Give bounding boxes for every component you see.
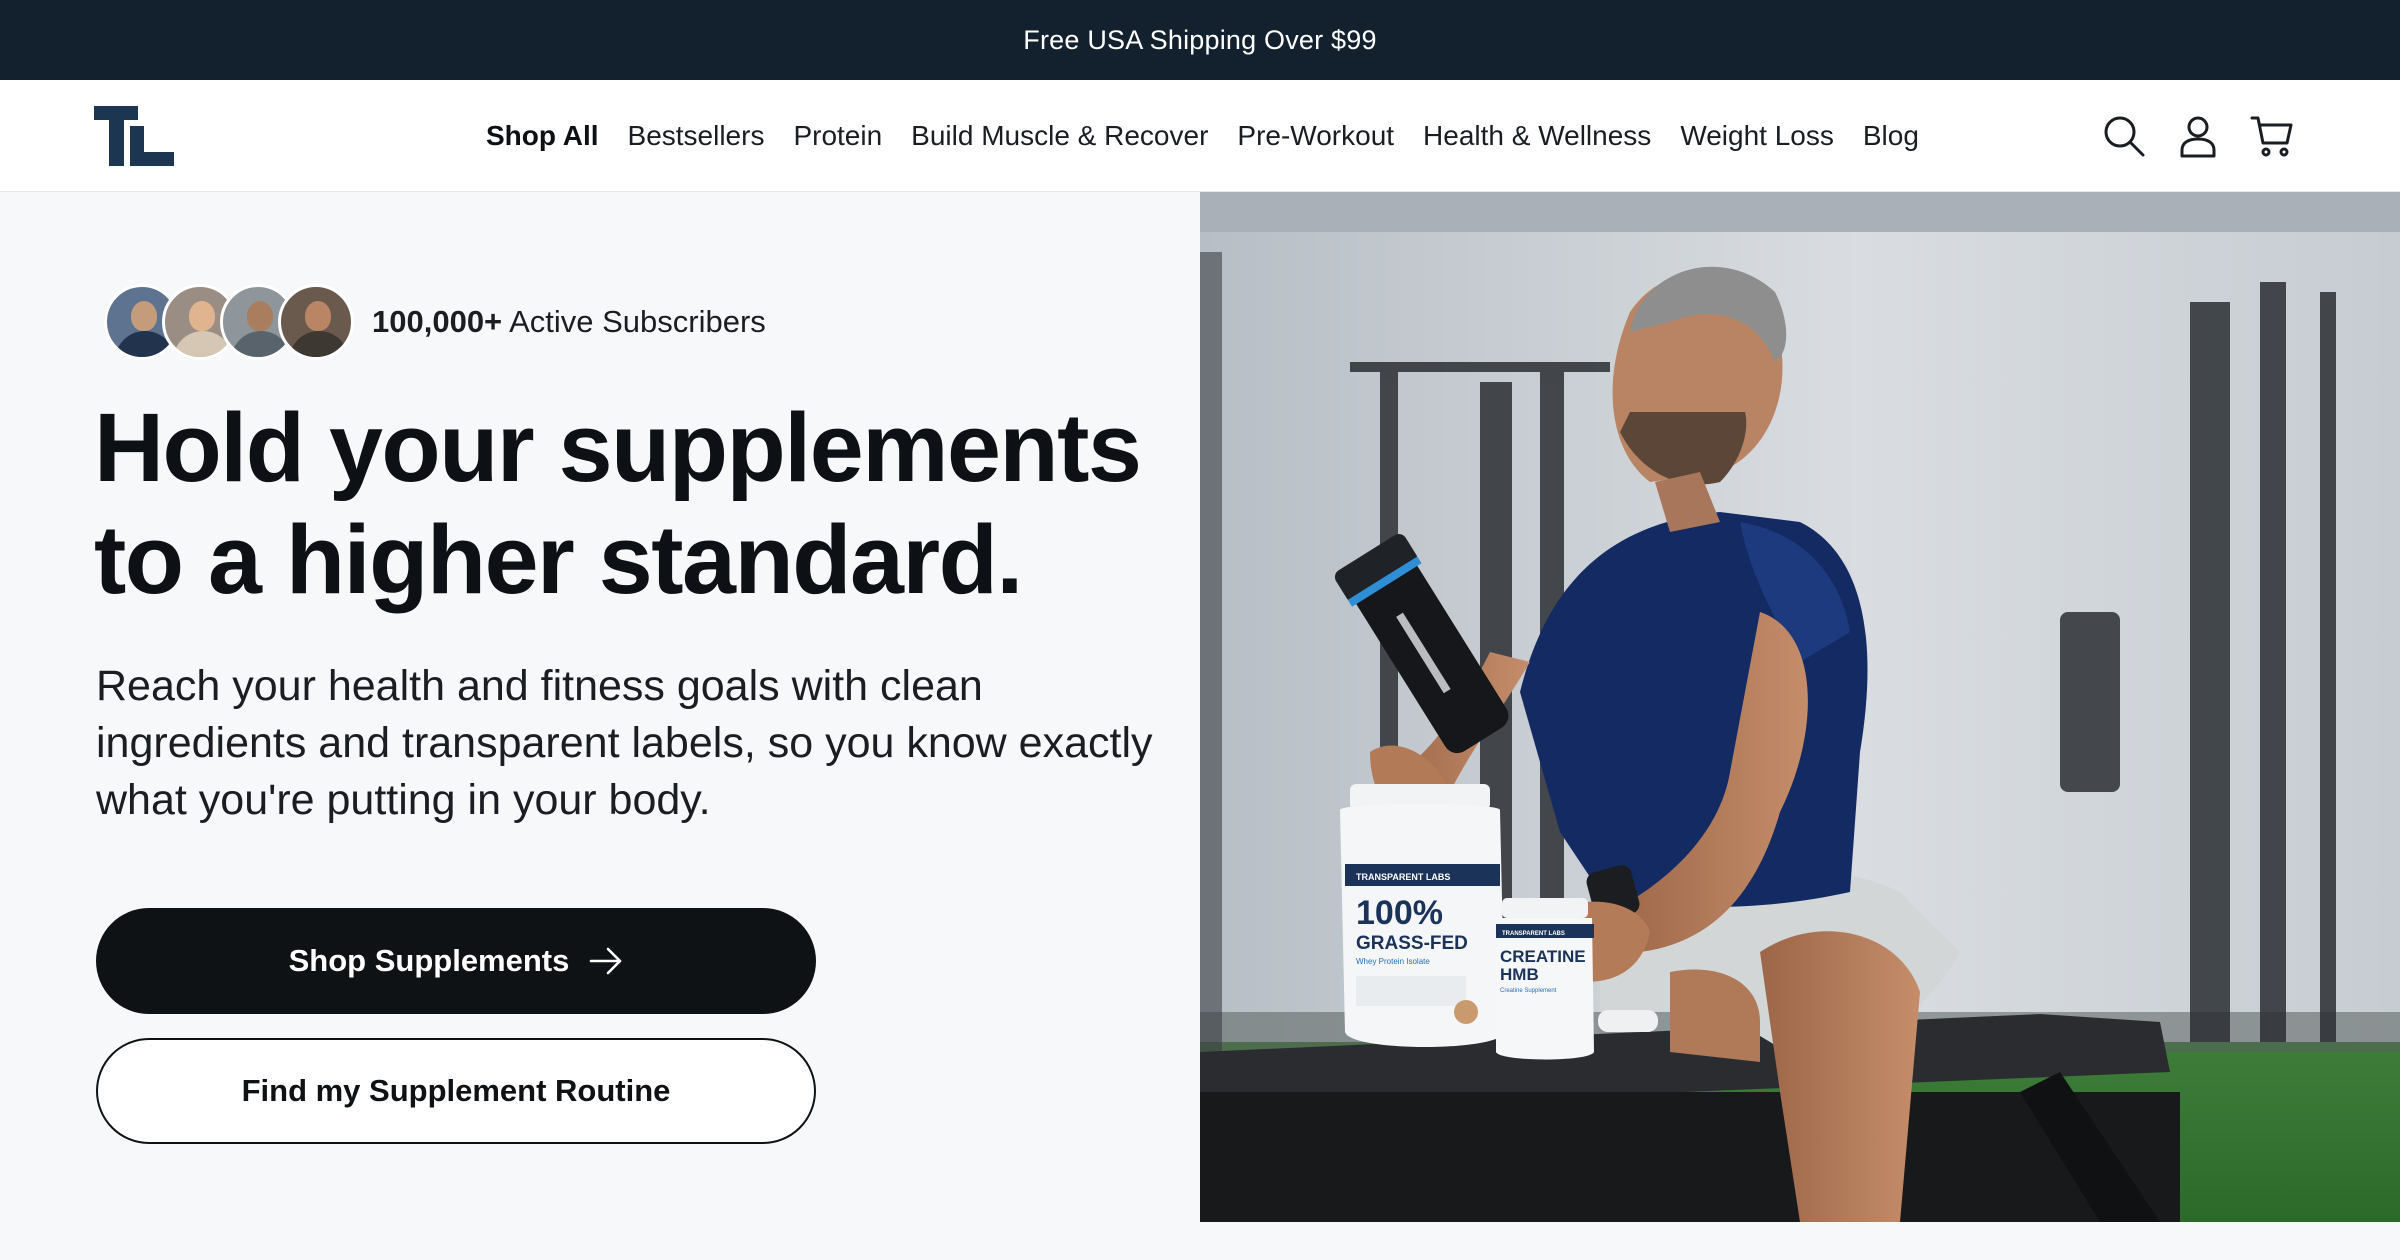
creatine-tub-brand: TRANSPARENT LABS — [1502, 931, 1565, 937]
site-header: Shop All Bestsellers Protein Build Muscl… — [0, 80, 2400, 192]
protein-tub: TRANSPARENT LABS 100% GRASS-FED Whey Pro… — [1340, 784, 1505, 1047]
nav-blog[interactable]: Blog — [1863, 120, 1919, 152]
subscribers-label: Active Subscribers — [509, 304, 766, 339]
protein-tub-line3: Whey Protein Isolate — [1356, 957, 1430, 966]
protein-tub-line2: GRASS-FED — [1356, 933, 1468, 954]
cart-icon[interactable] — [2250, 114, 2294, 158]
shop-supplements-label: Shop Supplements — [288, 943, 570, 978]
shop-supplements-button[interactable]: Shop Supplements — [96, 908, 816, 1014]
nav-health-wellness[interactable]: Health & Wellness — [1423, 120, 1651, 152]
find-routine-button[interactable]: Find my Supplement Routine — [96, 1038, 816, 1144]
tl-logo[interactable] — [94, 106, 174, 166]
nav-protein[interactable]: Protein — [793, 120, 882, 152]
nav-bestsellers[interactable]: Bestsellers — [628, 120, 765, 152]
protein-tub-line1: 100% — [1356, 894, 1443, 932]
hero-headline: Hold your supplements to a higher standa… — [94, 393, 1142, 614]
nav-weight-loss[interactable]: Weight Loss — [1680, 120, 1834, 152]
creatine-tub-line2: HMB — [1500, 965, 1539, 984]
protein-tub-brand: TRANSPARENT LABS — [1356, 872, 1450, 882]
announcement-text: Free USA Shipping Over $99 — [1023, 24, 1377, 55]
creatine-tub-line1: CREATINE — [1500, 947, 1586, 966]
avatar — [278, 284, 354, 360]
nav-build-muscle-recover[interactable]: Build Muscle & Recover — [911, 120, 1208, 152]
search-icon[interactable] — [2102, 114, 2146, 158]
subscriber-avatars — [104, 284, 354, 360]
subscribers-text: 100,000+ Active Subscribers — [372, 304, 766, 340]
subscribers-row: 100,000+ Active Subscribers — [104, 282, 766, 362]
hero-image: TRANSPARENT LABS 100% GRASS-FED Whey Pro… — [1200, 192, 2400, 1222]
arrow-right-icon — [590, 947, 622, 975]
account-icon[interactable] — [2176, 114, 2220, 158]
find-routine-label: Find my Supplement Routine — [241, 1073, 671, 1108]
main-nav: Shop All Bestsellers Protein Build Muscl… — [486, 80, 1919, 192]
nav-pre-workout[interactable]: Pre-Workout — [1237, 120, 1394, 152]
subscribers-count: 100,000+ — [372, 304, 503, 339]
creatine-tub-line3: Creatine Supplement — [1500, 988, 1557, 994]
hero-content: 100,000+ Active Subscribers Hold your su… — [0, 192, 1200, 1222]
nav-shop-all[interactable]: Shop All — [486, 120, 599, 152]
hero-subcopy: Reach your health and fitness goals with… — [96, 662, 1153, 824]
announcement-bar: Free USA Shipping Over $99 — [0, 0, 2400, 80]
gym-photo: TRANSPARENT LABS 100% GRASS-FED Whey Pro… — [1200, 192, 2400, 1222]
header-icons — [2102, 80, 2294, 192]
